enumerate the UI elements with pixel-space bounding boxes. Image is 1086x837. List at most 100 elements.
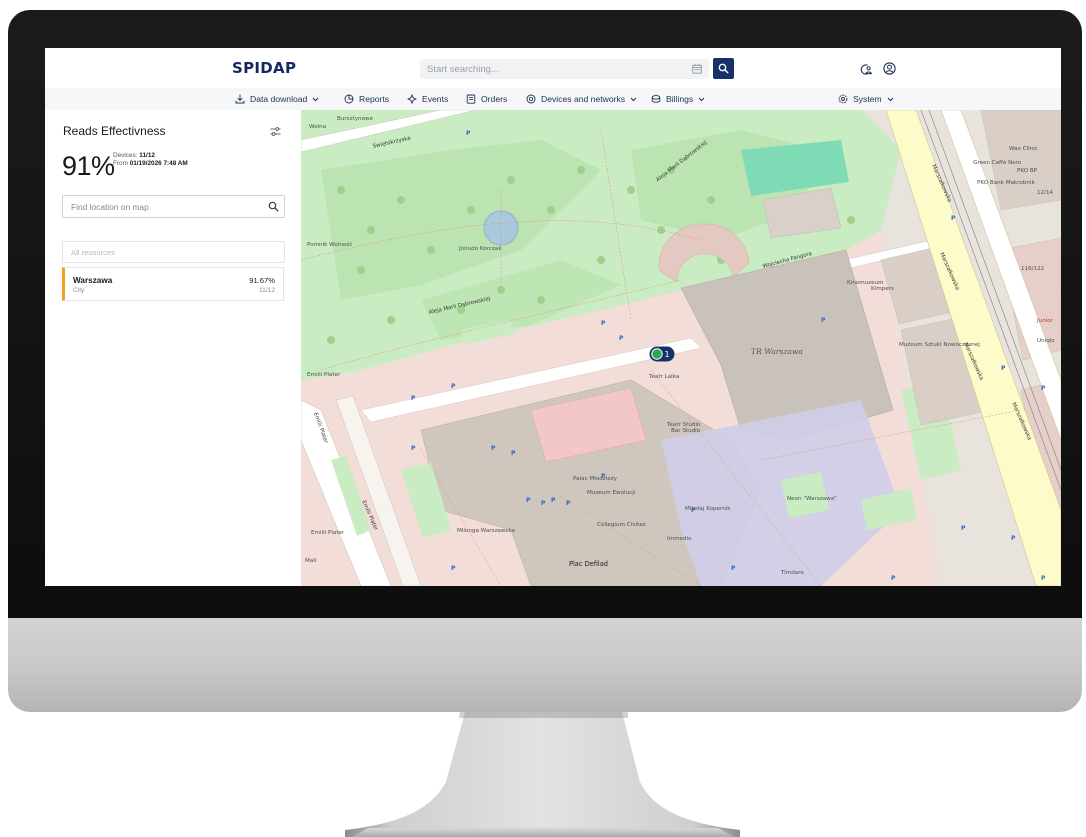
svg-text:P: P [1041, 575, 1046, 582]
map-label: PKO Bank Makrobnik [977, 180, 1035, 186]
resources-filter [62, 241, 285, 263]
svg-text:P: P [466, 130, 471, 137]
search-input[interactable] [420, 59, 693, 79]
app-logo[interactable]: SPIDAP [232, 59, 296, 77]
nav-label: Events [422, 94, 449, 104]
from-label: From [113, 160, 128, 167]
nav-label: System [853, 94, 882, 104]
map-label: Milonga Warszawska [457, 528, 515, 534]
map-label: 12/14 [1037, 190, 1054, 196]
svg-text:P: P [566, 500, 571, 507]
billings-icon [651, 95, 661, 103]
effectiveness-value: 91% [62, 151, 115, 181]
devices-count: Devices: 11/12 [113, 152, 155, 159]
map-label: TR Warszawa [751, 347, 803, 356]
nav-label: Devices and networks [541, 94, 626, 104]
top-bar: SPIDAP [45, 48, 1061, 89]
download-icon [235, 94, 245, 104]
location-search-input[interactable] [63, 196, 261, 217]
nav-reports[interactable]: Reports [344, 88, 389, 110]
svg-text:P: P [891, 575, 896, 582]
map-label: Teatr Lalka [649, 374, 680, 380]
devices-value: 11/12 [139, 152, 155, 159]
account-icon[interactable] [883, 62, 896, 75]
map-label: Collegium Civitas [597, 522, 646, 528]
location-search [62, 195, 285, 218]
switch-user-icon[interactable] [859, 63, 873, 76]
map-label: Green Caffè Nero [973, 160, 1022, 166]
map-label: Muzeum Sztuki Nowoczesnej [899, 342, 980, 348]
orders-icon [466, 94, 476, 104]
nav-devices-networks[interactable]: Devices and networks [526, 88, 637, 110]
resource-item-warszawa[interactable]: Warszawa City 91.67% 11/12 [62, 267, 284, 301]
svg-text:P: P [619, 335, 624, 342]
nav-label: Billings [666, 94, 694, 104]
svg-text:P: P [451, 565, 456, 572]
chevron-down-icon [312, 97, 319, 101]
map-label: Pomnik Wolność [307, 242, 353, 248]
search-button[interactable] [713, 58, 734, 79]
reads-sidebar: Reads Effectivness 91% Devices: 11/12 Fr… [45, 110, 302, 586]
svg-text:P: P [1041, 385, 1046, 392]
map-label: Bursztynowe [337, 116, 374, 122]
main-navigation: Data download Reports Events Orders Devi… [45, 88, 1061, 111]
map-view[interactable]: PPP PPP PPP PPP PPP PPP PPP PPP Świętokr… [301, 110, 1061, 586]
map-label: Mall [305, 558, 317, 564]
map-label: Pałac Młodzieży [573, 476, 617, 482]
svg-text:P: P [821, 317, 826, 324]
reports-icon [344, 94, 354, 104]
search-icon[interactable] [268, 201, 279, 212]
svg-text:P: P [541, 500, 546, 507]
search-icon [718, 63, 729, 74]
map-label: Bar Studio [671, 428, 701, 434]
nav-events[interactable]: Events [407, 88, 448, 110]
calendar-icon[interactable] [692, 64, 702, 74]
chevron-down-icon [698, 97, 705, 101]
svg-text:P: P [951, 215, 956, 222]
map-label: Mikołaj Kopernik [685, 506, 731, 512]
chevron-down-icon [630, 97, 637, 101]
nav-data-download[interactable]: Data download [235, 88, 319, 110]
map-label: Immedio [667, 536, 692, 542]
events-icon [407, 94, 417, 104]
map-label: PKO BP [1017, 168, 1038, 174]
map-label: Neon "Warszawa" [787, 496, 837, 502]
screen: SPIDAP Start searching... Data download … [45, 48, 1061, 586]
nav-label: Data download [250, 94, 308, 104]
marker-count: 1 [664, 350, 669, 359]
monitor-stand [345, 712, 740, 837]
map-label: Kimpers [871, 286, 894, 292]
nav-orders[interactable]: Orders [466, 88, 507, 110]
svg-text:P: P [526, 497, 531, 504]
from-timestamp: From 01/19/2026 7:48 AM [113, 160, 188, 167]
svg-text:P: P [451, 383, 456, 390]
filter-settings-icon[interactable] [270, 127, 281, 136]
resource-count: 11/12 [258, 287, 275, 294]
map-label: Emilii Plater [311, 530, 345, 536]
svg-text:P: P [1011, 535, 1016, 542]
svg-text:P: P [551, 497, 556, 504]
svg-text:P: P [731, 565, 736, 572]
sidebar-title: Reads Effectivness [63, 124, 166, 138]
map-label: Junior [1037, 318, 1054, 324]
nav-label: Reports [359, 94, 390, 104]
map-label: Timdaro [781, 570, 804, 576]
device-cluster-marker[interactable]: 1 [649, 346, 675, 362]
resource-type: City [73, 287, 85, 294]
map-label: Emilii Plater [307, 372, 341, 378]
global-search [420, 59, 709, 79]
map-label: Wolna [309, 124, 327, 130]
nav-system[interactable]: System [838, 88, 894, 110]
svg-text:P: P [511, 450, 516, 457]
map-label: 116/122 [1021, 266, 1045, 272]
system-gear-icon [838, 94, 848, 104]
svg-text:P: P [1001, 365, 1006, 372]
svg-text:P: P [411, 445, 416, 452]
monitor-chin [8, 618, 1082, 712]
chevron-down-icon [887, 97, 894, 101]
resources-filter-input[interactable] [63, 242, 281, 262]
nav-label: Orders [481, 94, 508, 104]
svg-text:P: P [601, 320, 606, 327]
map-tiles: PPP PPP P PP PPP PPP PPP PPP PPP [301, 110, 1061, 586]
nav-billings[interactable]: Billings [651, 88, 705, 110]
